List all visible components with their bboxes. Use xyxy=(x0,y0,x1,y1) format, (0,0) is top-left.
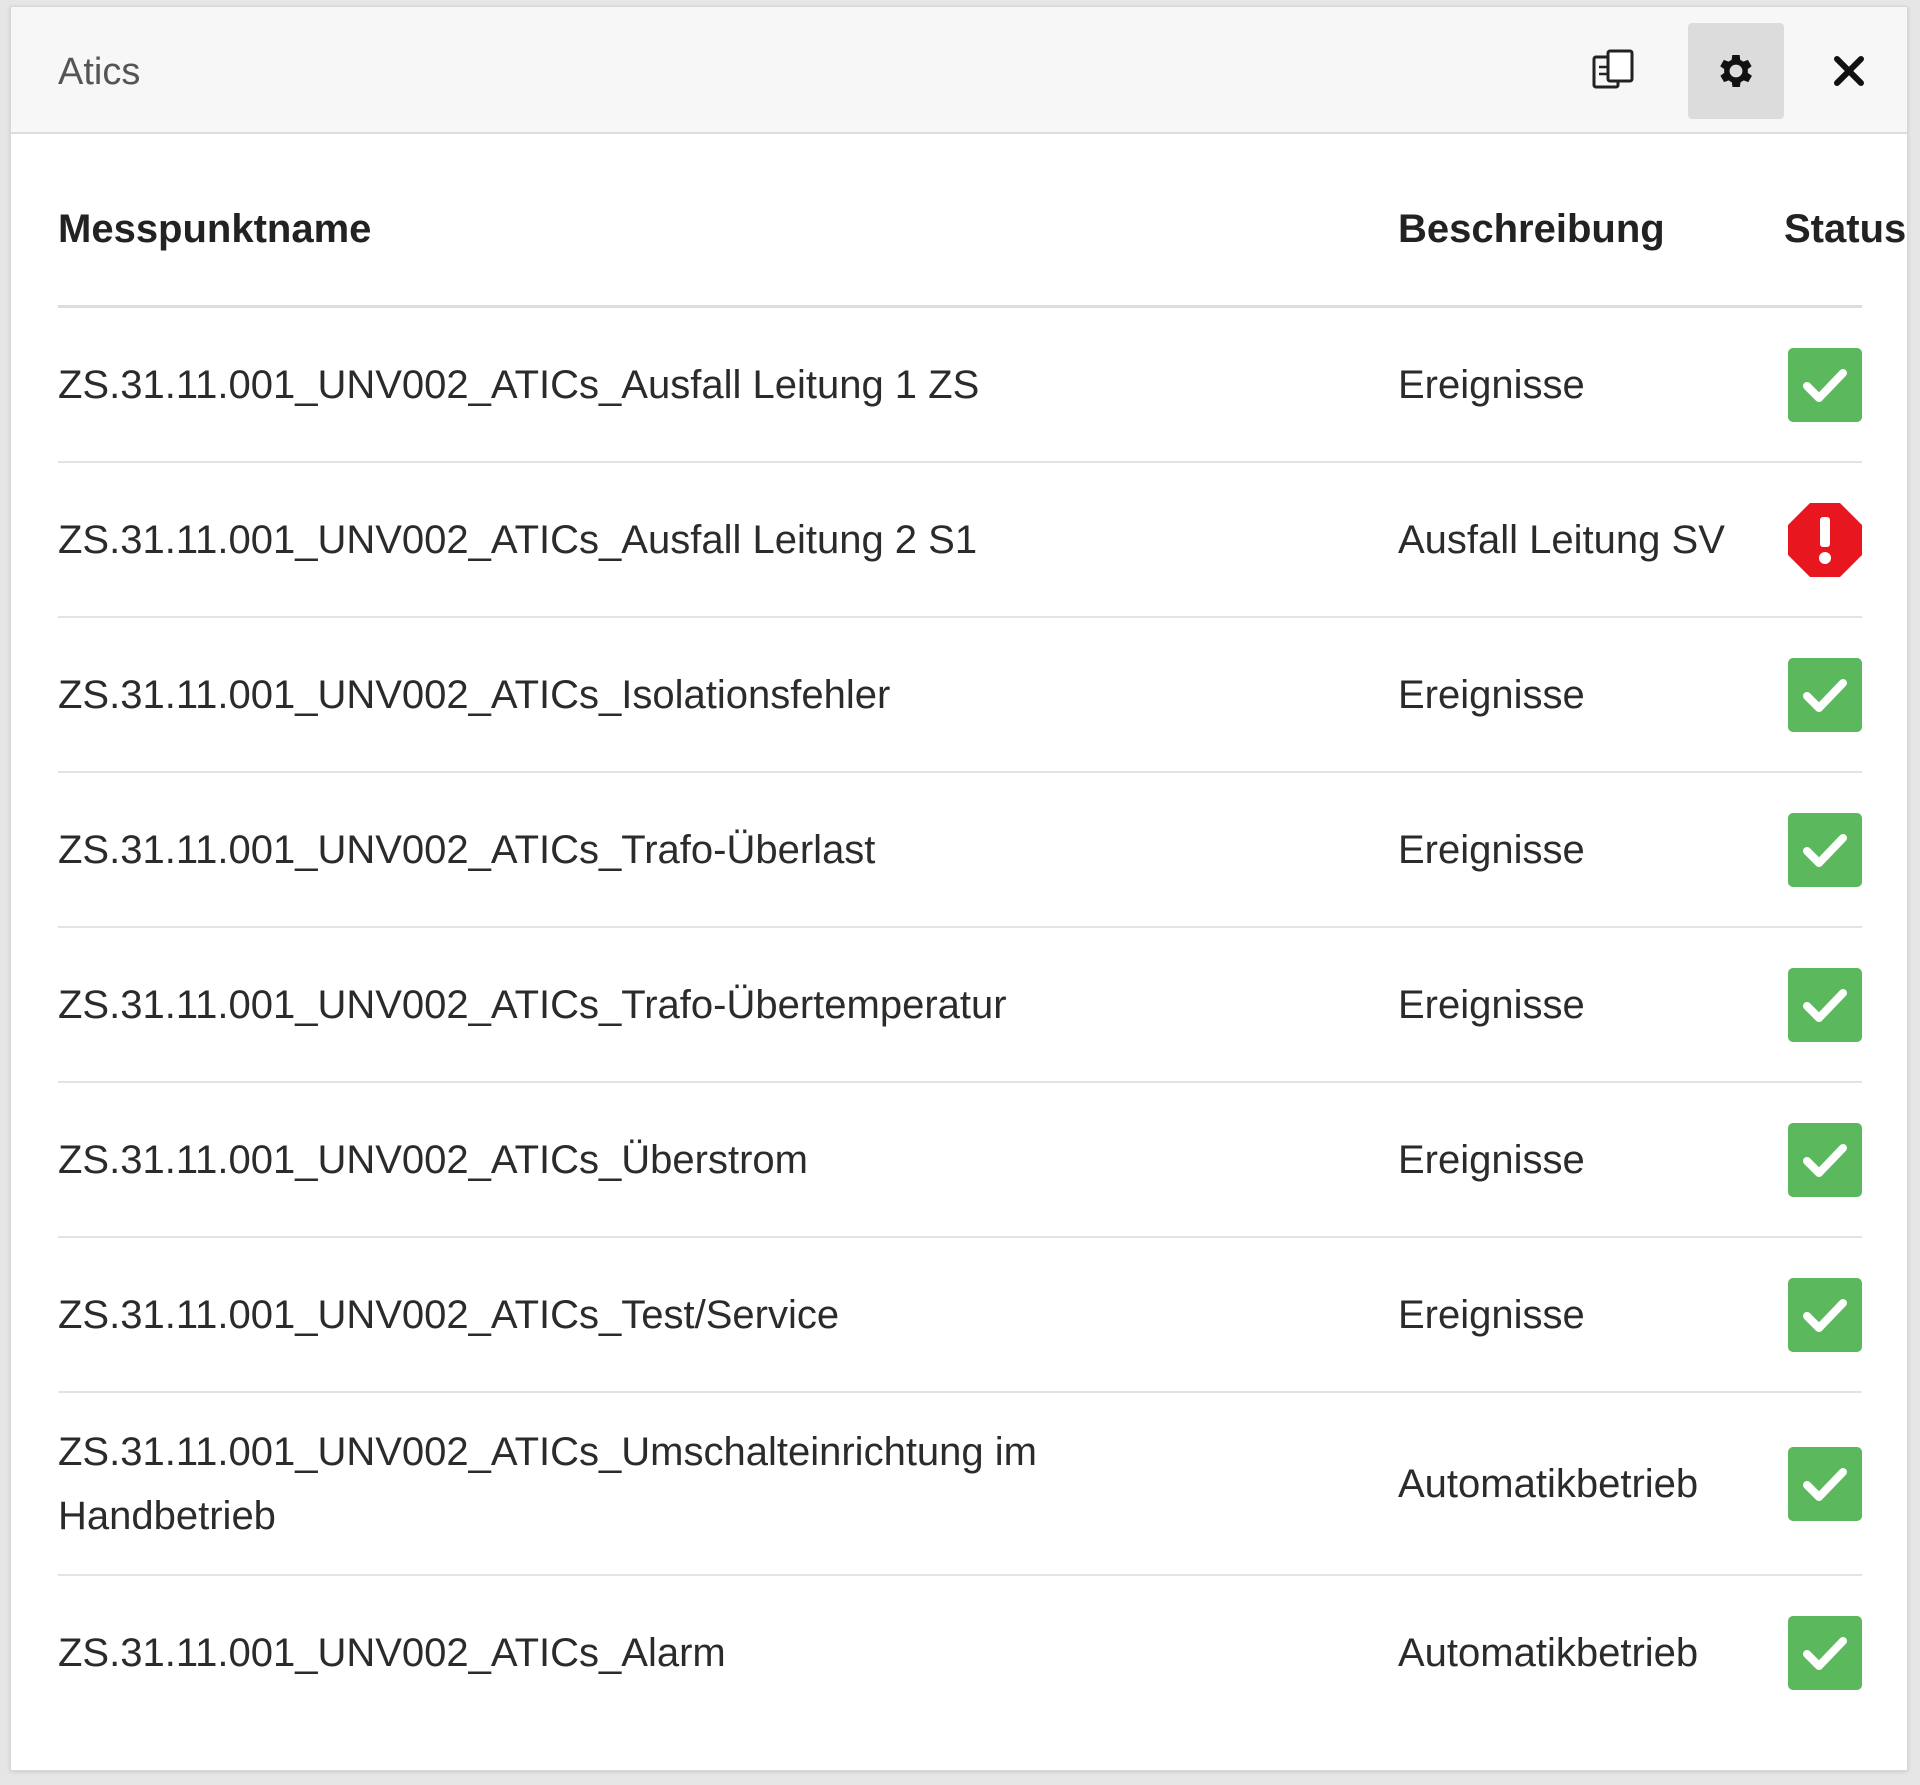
row-description: Automatikbetrieb xyxy=(1398,1392,1784,1576)
column-header-status[interactable]: Status xyxy=(1784,207,1906,308)
check-icon xyxy=(1788,347,1862,422)
table-row[interactable]: ZS.31.11.001_UNV002_ATICs_Ausfall Leitun… xyxy=(58,306,1862,463)
column-header-description[interactable]: Beschreibung xyxy=(1398,207,1784,308)
row-status xyxy=(1784,617,1862,773)
row-name: ZS.31.11.001_UNV002_ATICs_Trafo-Übertemp… xyxy=(58,927,1398,1083)
row-status xyxy=(1784,306,1862,463)
copy-icon xyxy=(1592,49,1634,89)
column-header-name[interactable]: Messpunktname xyxy=(58,207,1398,308)
check-icon xyxy=(1788,1122,1862,1197)
widget-header: Atics xyxy=(11,7,1907,134)
row-name: ZS.31.11.001_UNV002_ATICs_Umschalteinric… xyxy=(58,1392,1398,1576)
row-description: Ereignisse xyxy=(1398,772,1784,928)
table-row[interactable]: ZS.31.11.001_UNV002_ATICs_Überstrom Erei… xyxy=(58,1082,1862,1238)
row-status xyxy=(1784,1392,1862,1576)
row-status xyxy=(1784,1237,1862,1393)
check-icon xyxy=(1788,1446,1862,1521)
check-icon xyxy=(1788,812,1862,887)
gear-icon xyxy=(1720,55,1752,87)
row-status xyxy=(1784,1082,1862,1238)
settings-button[interactable] xyxy=(1688,23,1784,119)
measurement-table: Messpunktname Beschreibung Status ZS.31.… xyxy=(58,207,1906,1729)
table-row[interactable]: ZS.31.11.001_UNV002_ATICs_Ausfall Leitun… xyxy=(58,462,1862,618)
atics-widget: Atics Messpunktname Beschreibung Status … xyxy=(10,6,1908,1771)
table-row[interactable]: ZS.31.11.001_UNV002_ATICs_Isolationsfehl… xyxy=(58,617,1862,773)
check-icon xyxy=(1788,657,1862,732)
table-row[interactable]: ZS.31.11.001_UNV002_ATICs_Trafo-Überlast… xyxy=(58,772,1862,928)
alert-octagon-icon xyxy=(1788,502,1862,577)
row-description: Ereignisse xyxy=(1398,617,1784,773)
table-row[interactable]: ZS.31.11.001_UNV002_ATICs_Test/Service E… xyxy=(58,1237,1862,1393)
check-icon xyxy=(1788,1615,1862,1690)
close-icon xyxy=(1834,56,1864,86)
row-name: ZS.31.11.001_UNV002_ATICs_Alarm xyxy=(58,1630,726,1675)
row-description: Ereignisse xyxy=(1398,927,1784,1083)
row-name: ZS.31.11.001_UNV002_ATICs_Ausfall Leitun… xyxy=(58,462,1398,618)
row-name: ZS.31.11.001_UNV002_ATICs_Ausfall Leitun… xyxy=(58,306,1398,463)
table-row[interactable]: ZS.31.11.001_UNV002_ATICs_Umschalteinric… xyxy=(58,1392,1862,1576)
row-name: ZS.31.11.001_UNV002_ATICs_Isolationsfehl… xyxy=(58,617,1398,773)
row-description: Ausfall Leitung SV xyxy=(1398,462,1784,618)
row-status xyxy=(1784,772,1862,928)
row-description: Ereignisse xyxy=(1398,1237,1784,1393)
table-row[interactable]: ZS.31.11.001_UNV002_ATICs_Alarm Automati… xyxy=(58,1575,1862,1729)
row-status xyxy=(1784,1575,1862,1729)
widget-title: Atics xyxy=(58,51,141,93)
copy-button[interactable] xyxy=(1566,23,1662,119)
row-description: Ereignisse xyxy=(1398,1082,1784,1238)
check-icon xyxy=(1788,1277,1862,1352)
row-description: Ereignisse xyxy=(1398,306,1784,463)
row-status xyxy=(1784,927,1862,1083)
row-name: ZS.31.11.001_UNV002_ATICs_Überstrom xyxy=(58,1082,1398,1238)
check-icon xyxy=(1788,967,1862,1042)
row-description: Automatikbetrieb xyxy=(1398,1630,1699,1675)
close-button[interactable] xyxy=(1801,23,1897,119)
row-status xyxy=(1784,462,1862,618)
row-name: ZS.31.11.001_UNV002_ATICs_Trafo-Überlast xyxy=(58,772,1398,928)
table-row[interactable]: ZS.31.11.001_UNV002_ATICs_Trafo-Übertemp… xyxy=(58,927,1862,1083)
row-name: ZS.31.11.001_UNV002_ATICs_Test/Service xyxy=(58,1237,1398,1393)
table-header-row: Messpunktname Beschreibung Status xyxy=(58,207,1906,308)
